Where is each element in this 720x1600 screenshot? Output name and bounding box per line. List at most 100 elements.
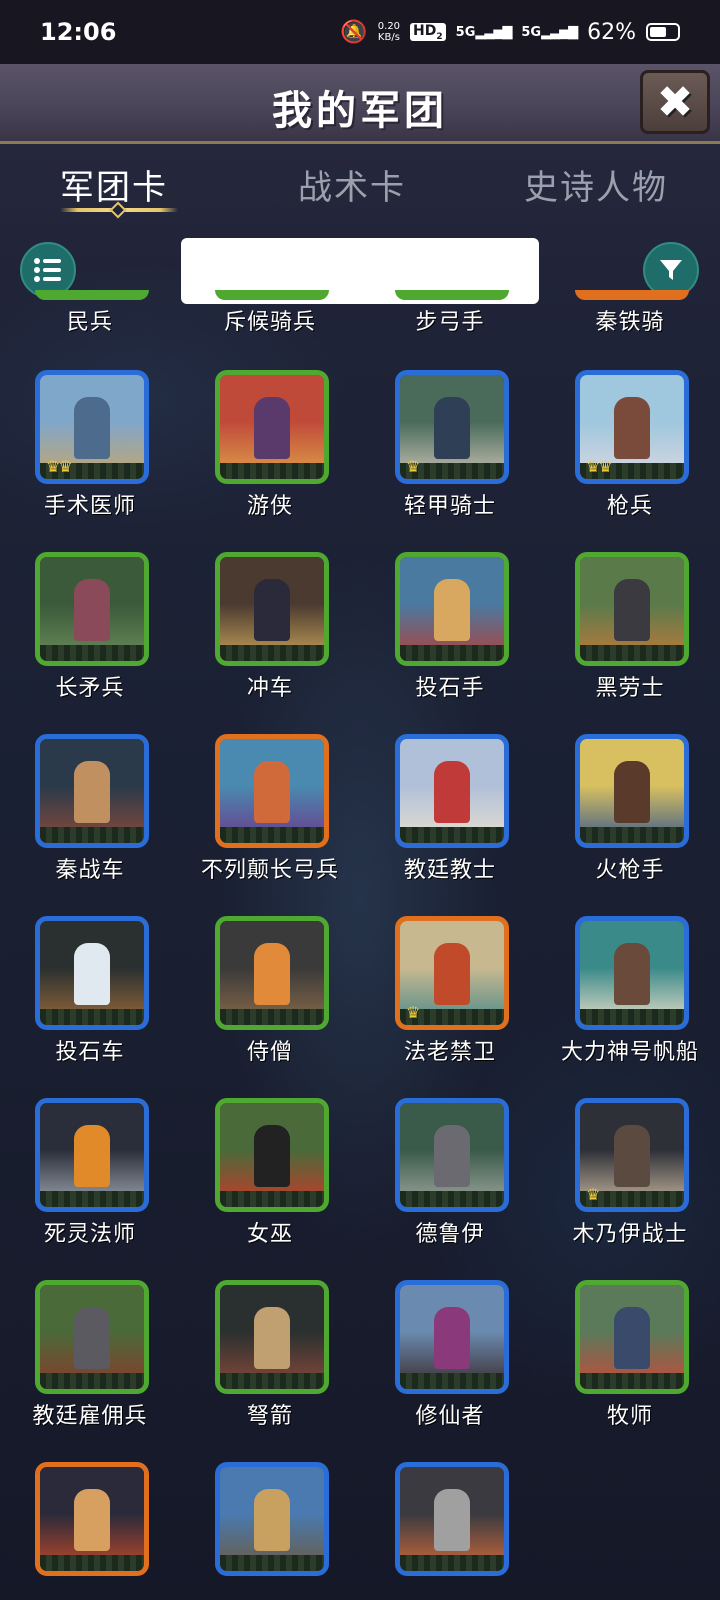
unit-name: 火枪手 <box>595 858 665 883</box>
unit-card[interactable]: ♛ 轻甲骑士 <box>360 370 540 540</box>
grass-strip <box>40 1555 144 1571</box>
unit-name: 死灵法师 <box>43 1222 136 1247</box>
unit-card[interactable] <box>0 1462 180 1600</box>
filter-icon <box>660 260 682 280</box>
unit-card[interactable]: 游侠 <box>180 370 360 540</box>
unit-card[interactable]: 火枪手 <box>540 734 720 904</box>
unit-portrait <box>395 552 509 666</box>
unit-portrait <box>215 1098 329 1212</box>
unit-name: 投石车 <box>55 1040 125 1065</box>
unit-name: 法老禁卫 <box>403 1040 496 1065</box>
list-icon <box>34 258 61 282</box>
unit-figure <box>254 1125 290 1187</box>
unit-card[interactable]: ♛ 法老禁卫 <box>360 916 540 1086</box>
unit-card[interactable]: 女巫 <box>180 1098 360 1268</box>
unit-card[interactable]: 大力神号帆船 <box>540 916 720 1086</box>
grass-strip <box>580 827 684 843</box>
unit-card[interactable]: ♛ 木乃伊战士 <box>540 1098 720 1268</box>
unit-name: 斥候骑兵 <box>223 310 316 335</box>
grass-strip <box>40 1373 144 1389</box>
unit-figure <box>434 1489 470 1551</box>
unit-card[interactable]: 死灵法师 <box>0 1098 180 1268</box>
unit-figure <box>614 579 650 641</box>
unit-card[interactable]: 投石手 <box>360 552 540 722</box>
status-icons: 🔕 0.20 KB/s HD2 5G▂▃▅▇ 5G▂▃▅▇ 62% <box>340 20 680 45</box>
unit-card[interactable] <box>360 1462 540 1600</box>
status-time: 12:06 <box>40 18 117 46</box>
hd-voice-icon: HD2 <box>410 22 446 42</box>
unit-portrait: ♛ <box>395 916 509 1030</box>
unit-portrait: ♛ <box>575 1098 689 1212</box>
unit-figure <box>74 943 110 1005</box>
grass-strip <box>220 1191 324 1207</box>
unit-card[interactable]: 不列颠长弓兵 <box>180 734 360 904</box>
unit-name: 长矛兵 <box>55 676 125 701</box>
unit-card[interactable]: ♛♛ 枪兵 <box>540 370 720 540</box>
grass-strip <box>400 1555 504 1571</box>
unit-card[interactable]: 修仙者 <box>360 1280 540 1450</box>
unit-figure <box>254 943 290 1005</box>
unit-name: 民兵 <box>66 310 113 335</box>
battery-fill <box>650 27 666 37</box>
mute-bell-icon: 🔕 <box>340 19 368 45</box>
unit-card[interactable]: 牧师 <box>540 1280 720 1450</box>
unit-name: 步弓手 <box>415 310 485 335</box>
unit-card[interactable]: 侍僧 <box>180 916 360 1086</box>
unit-portrait <box>215 552 329 666</box>
unit-name: 女巫 <box>246 1222 293 1247</box>
unit-figure <box>614 943 650 1005</box>
unit-card[interactable]: 弩箭 <box>180 1280 360 1450</box>
grass-strip <box>40 827 144 843</box>
tab-epic-heroes[interactable]: 史诗人物 <box>524 160 668 209</box>
unit-figure <box>74 1125 110 1187</box>
unit-card[interactable] <box>180 1462 360 1600</box>
unit-card[interactable]: 教廷雇佣兵 <box>0 1280 180 1450</box>
close-icon: ✖ <box>656 76 694 128</box>
card-stub <box>395 290 509 300</box>
grass-strip <box>580 645 684 661</box>
network-speed: 0.20 KB/s <box>378 21 400 43</box>
tab-army-cards[interactable]: 军团卡 <box>60 160 168 209</box>
unit-portrait: ♛♛ <box>575 370 689 484</box>
unit-card[interactable]: 黑劳士 <box>540 552 720 722</box>
unit-portrait <box>215 916 329 1030</box>
unit-figure <box>254 761 290 823</box>
crown-icon: ♛ <box>406 1003 420 1022</box>
unit-portrait <box>395 1280 509 1394</box>
unit-portrait <box>575 552 689 666</box>
crown-icon: ♛ <box>586 1185 600 1204</box>
unit-card[interactable]: 德鲁伊 <box>360 1098 540 1268</box>
card-stub <box>215 290 329 300</box>
unit-figure <box>254 1489 290 1551</box>
unit-portrait <box>395 1098 509 1212</box>
unit-card[interactable]: ♛♛ 手术医师 <box>0 370 180 540</box>
unit-portrait <box>575 734 689 848</box>
unit-figure <box>614 1307 650 1369</box>
network-speed-unit: KB/s <box>377 32 400 43</box>
grass-strip <box>220 1373 324 1389</box>
unit-portrait <box>35 552 149 666</box>
grass-strip <box>40 645 144 661</box>
grass-strip <box>220 645 324 661</box>
unit-figure <box>614 761 650 823</box>
grass-strip <box>580 1373 684 1389</box>
unit-figure <box>434 943 470 1005</box>
unit-name: 秦铁骑 <box>595 310 665 335</box>
unit-card[interactable]: 投石车 <box>0 916 180 1086</box>
unit-card[interactable]: 秦战车 <box>0 734 180 904</box>
unit-portrait <box>35 1462 149 1576</box>
unit-card[interactable]: 长矛兵 <box>0 552 180 722</box>
unit-portrait <box>215 370 329 484</box>
close-button[interactable]: ✖ <box>640 70 710 134</box>
grass-strip <box>400 1191 504 1207</box>
unit-portrait <box>35 1280 149 1394</box>
unit-name: 黑劳士 <box>595 676 665 701</box>
grass-strip <box>220 827 324 843</box>
unit-card[interactable]: 冲车 <box>180 552 360 722</box>
crown-icon: ♛♛ <box>46 457 73 476</box>
tab-tactic-cards[interactable]: 战术卡 <box>298 160 406 209</box>
unit-name: 手术医师 <box>43 494 136 519</box>
unit-card[interactable]: 教廷教士 <box>360 734 540 904</box>
unit-portrait <box>215 734 329 848</box>
card-stub <box>575 290 689 300</box>
